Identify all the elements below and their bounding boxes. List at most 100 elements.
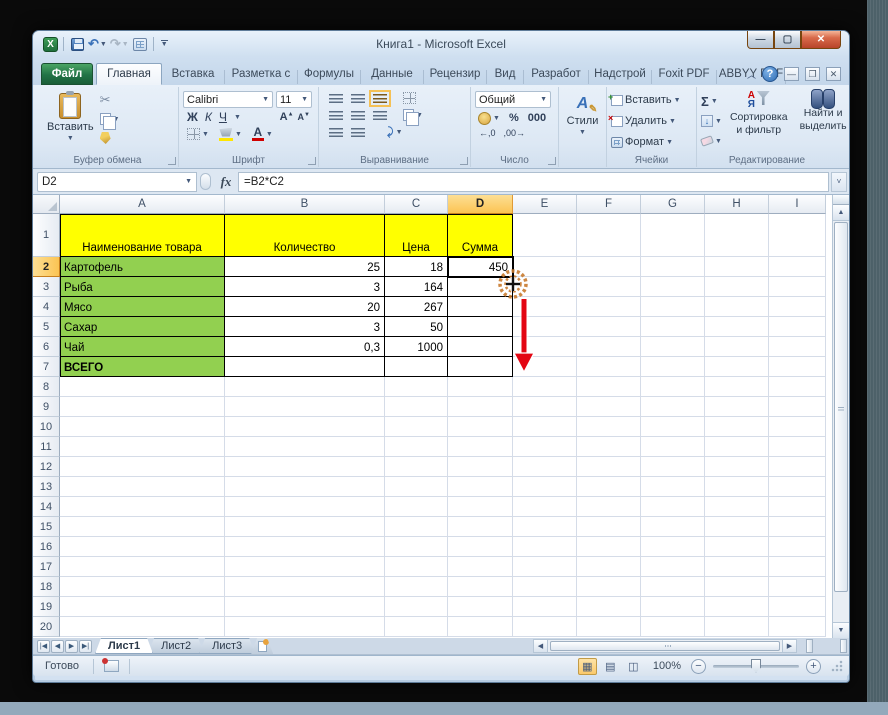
cell-G17[interactable]: [641, 557, 705, 577]
scroll-up-icon[interactable]: ▲: [833, 205, 849, 221]
cell-H14[interactable]: [705, 497, 769, 517]
cell-C19[interactable]: [385, 597, 448, 617]
cell-D15[interactable]: [448, 517, 513, 537]
cell-D16[interactable]: [448, 537, 513, 557]
cell-F19[interactable]: [577, 597, 641, 617]
autosum-button[interactable]: Σ▼: [701, 93, 722, 109]
orientation-button[interactable]: [403, 90, 416, 106]
cell-D5[interactable]: [448, 317, 513, 337]
ribbon-tab-foxit-pdf[interactable]: Foxit PDF: [652, 63, 716, 85]
row-header-4[interactable]: 4: [33, 297, 60, 317]
row-header-19[interactable]: 19: [33, 597, 60, 617]
cell-H20[interactable]: [705, 617, 769, 637]
cell-I10[interactable]: [769, 417, 826, 437]
cell-F20[interactable]: [577, 617, 641, 637]
next-sheet-icon[interactable]: ▶: [65, 640, 78, 653]
column-header-F[interactable]: F: [577, 195, 641, 214]
cell-H4[interactable]: [705, 297, 769, 317]
align-bottom-button[interactable]: [373, 94, 387, 103]
delete-cells-button[interactable]: ×Удалить▼: [611, 113, 692, 129]
cell-A10[interactable]: [60, 417, 225, 437]
row-header-18[interactable]: 18: [33, 577, 60, 597]
align-top-button[interactable]: [329, 94, 343, 103]
cell-D4[interactable]: [448, 297, 513, 317]
dialog-launcher-icon[interactable]: [168, 157, 176, 165]
cell-E20[interactable]: [513, 617, 577, 637]
cell-C17[interactable]: [385, 557, 448, 577]
cell-F5[interactable]: [577, 317, 641, 337]
column-header-C[interactable]: C: [385, 195, 448, 214]
cell-I18[interactable]: [769, 577, 826, 597]
cell-E11[interactable]: [513, 437, 577, 457]
namebox-resize-handle[interactable]: [200, 173, 211, 190]
merge-center-button[interactable]: ▼: [403, 107, 423, 123]
cell-F2[interactable]: [577, 257, 641, 277]
zoom-slider-thumb[interactable]: [751, 659, 761, 673]
zoom-in-button[interactable]: +: [806, 659, 821, 674]
cell-A2[interactable]: Картофель: [60, 257, 225, 277]
cell-F11[interactable]: [577, 437, 641, 457]
cell-I6[interactable]: [769, 337, 826, 357]
cell-G19[interactable]: [641, 597, 705, 617]
cell-H16[interactable]: [705, 537, 769, 557]
cell-H1[interactable]: [705, 214, 769, 257]
ribbon-tab-надстрой[interactable]: Надстрой: [589, 63, 651, 85]
cell-I13[interactable]: [769, 477, 826, 497]
cell-H19[interactable]: [705, 597, 769, 617]
italic-button[interactable]: К: [205, 110, 212, 124]
cell-B15[interactable]: [225, 517, 385, 537]
insert-function-button[interactable]: fx: [214, 172, 238, 192]
cell-I2[interactable]: [769, 257, 826, 277]
cell-G6[interactable]: [641, 337, 705, 357]
vertical-scrollbar[interactable]: ▲ ▼: [832, 195, 849, 638]
cell-C13[interactable]: [385, 477, 448, 497]
cell-A12[interactable]: [60, 457, 225, 477]
row-header-13[interactable]: 13: [33, 477, 60, 497]
shrink-font-button[interactable]: А▼: [298, 112, 310, 122]
cell-E15[interactable]: [513, 517, 577, 537]
cell-H17[interactable]: [705, 557, 769, 577]
cell-I16[interactable]: [769, 537, 826, 557]
percent-button[interactable]: %: [509, 112, 519, 124]
cell-D17[interactable]: [448, 557, 513, 577]
cell-H18[interactable]: [705, 577, 769, 597]
cell-G20[interactable]: [641, 617, 705, 637]
cell-A15[interactable]: [60, 517, 225, 537]
sort-filter-button[interactable]: АЯ Сортировка и фильтр: [726, 89, 792, 149]
styles-button[interactable]: А Стили ▼: [563, 89, 602, 138]
cell-C16[interactable]: [385, 537, 448, 557]
increase-decimal-button[interactable]: ←,0: [479, 128, 496, 138]
row-header-1[interactable]: 1: [33, 214, 60, 257]
cell-D20[interactable]: [448, 617, 513, 637]
row-header-2[interactable]: 2: [33, 257, 60, 277]
cell-B7[interactable]: [225, 357, 385, 377]
sheet-tab-лист2[interactable]: Лист2: [148, 638, 204, 654]
decrease-decimal-button[interactable]: ,00→: [504, 128, 526, 138]
cell-C12[interactable]: [385, 457, 448, 477]
cell-F8[interactable]: [577, 377, 641, 397]
cell-C20[interactable]: [385, 617, 448, 637]
row-header-7[interactable]: 7: [33, 357, 60, 377]
cell-G16[interactable]: [641, 537, 705, 557]
column-header-I[interactable]: I: [769, 195, 826, 214]
help-icon[interactable]: ?: [762, 66, 778, 82]
format-painter-button[interactable]: [100, 130, 120, 146]
ribbon-tab-вставка[interactable]: Вставка: [162, 63, 224, 85]
cell-I20[interactable]: [769, 617, 826, 637]
cell-H11[interactable]: [705, 437, 769, 457]
row-header-5[interactable]: 5: [33, 317, 60, 337]
comma-style-button[interactable]: 000: [528, 112, 546, 124]
cell-C18[interactable]: [385, 577, 448, 597]
dialog-launcher-icon[interactable]: [548, 157, 556, 165]
cell-E6[interactable]: [513, 337, 577, 357]
cell-E16[interactable]: [513, 537, 577, 557]
pane-split-handle[interactable]: [840, 639, 847, 653]
cell-A13[interactable]: [60, 477, 225, 497]
cell-I19[interactable]: [769, 597, 826, 617]
ribbon-tab-файл[interactable]: Файл: [41, 63, 93, 85]
cell-F18[interactable]: [577, 577, 641, 597]
cell-A6[interactable]: Чай: [60, 337, 225, 357]
ribbon-tab-формулы[interactable]: Формулы: [298, 63, 360, 85]
cell-D8[interactable]: [448, 377, 513, 397]
copy-button[interactable]: ▼: [100, 111, 120, 127]
